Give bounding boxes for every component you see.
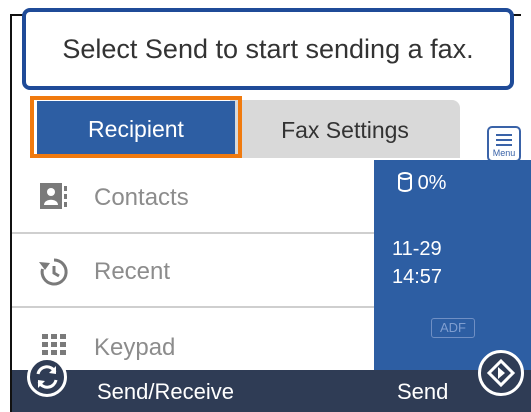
send-receive-icon	[36, 365, 58, 389]
contacts-icon	[40, 183, 67, 209]
bottom-bar	[12, 370, 531, 412]
status-panel: 0% 11-29 14:57 ADF	[374, 160, 531, 370]
send-receive-button[interactable]	[27, 357, 67, 397]
message-text: Select Send to start sending a fax.	[62, 34, 474, 64]
memory-status: 0%	[398, 172, 446, 195]
adf-indicator: ADF	[431, 318, 475, 338]
list-item-recent-label: Recent	[94, 258, 171, 285]
message-box: Select Send to start sending a fax.	[22, 8, 514, 90]
menu-label: Menu	[492, 148, 516, 158]
list-item-keypad-label: Keypad	[94, 334, 176, 361]
memory-icon	[398, 172, 412, 192]
status-time: 14:57	[392, 266, 443, 288]
recent-icon	[39, 258, 68, 286]
list-item-recent[interactable]: Recent	[12, 234, 374, 308]
recipient-list: Contacts Recent Keypad	[12, 160, 374, 380]
tab-highlight-frame	[30, 96, 242, 158]
send-receive-label[interactable]: Send/Receive	[97, 379, 234, 405]
tab-fax-settings-label: Fax Settings	[281, 117, 409, 143]
memory-value: 0%	[417, 172, 447, 194]
send-label[interactable]: Send	[397, 379, 448, 405]
list-item-contacts-label: Contacts	[94, 184, 189, 211]
send-diamond-icon	[486, 358, 516, 388]
menu-button[interactable]: Menu	[487, 126, 521, 162]
status-date: 11-29	[392, 238, 442, 260]
menu-icon	[496, 134, 512, 149]
list-item-contacts[interactable]: Contacts	[12, 160, 374, 234]
send-button[interactable]	[478, 350, 524, 396]
tab-fax-settings[interactable]: Fax Settings	[230, 100, 460, 158]
